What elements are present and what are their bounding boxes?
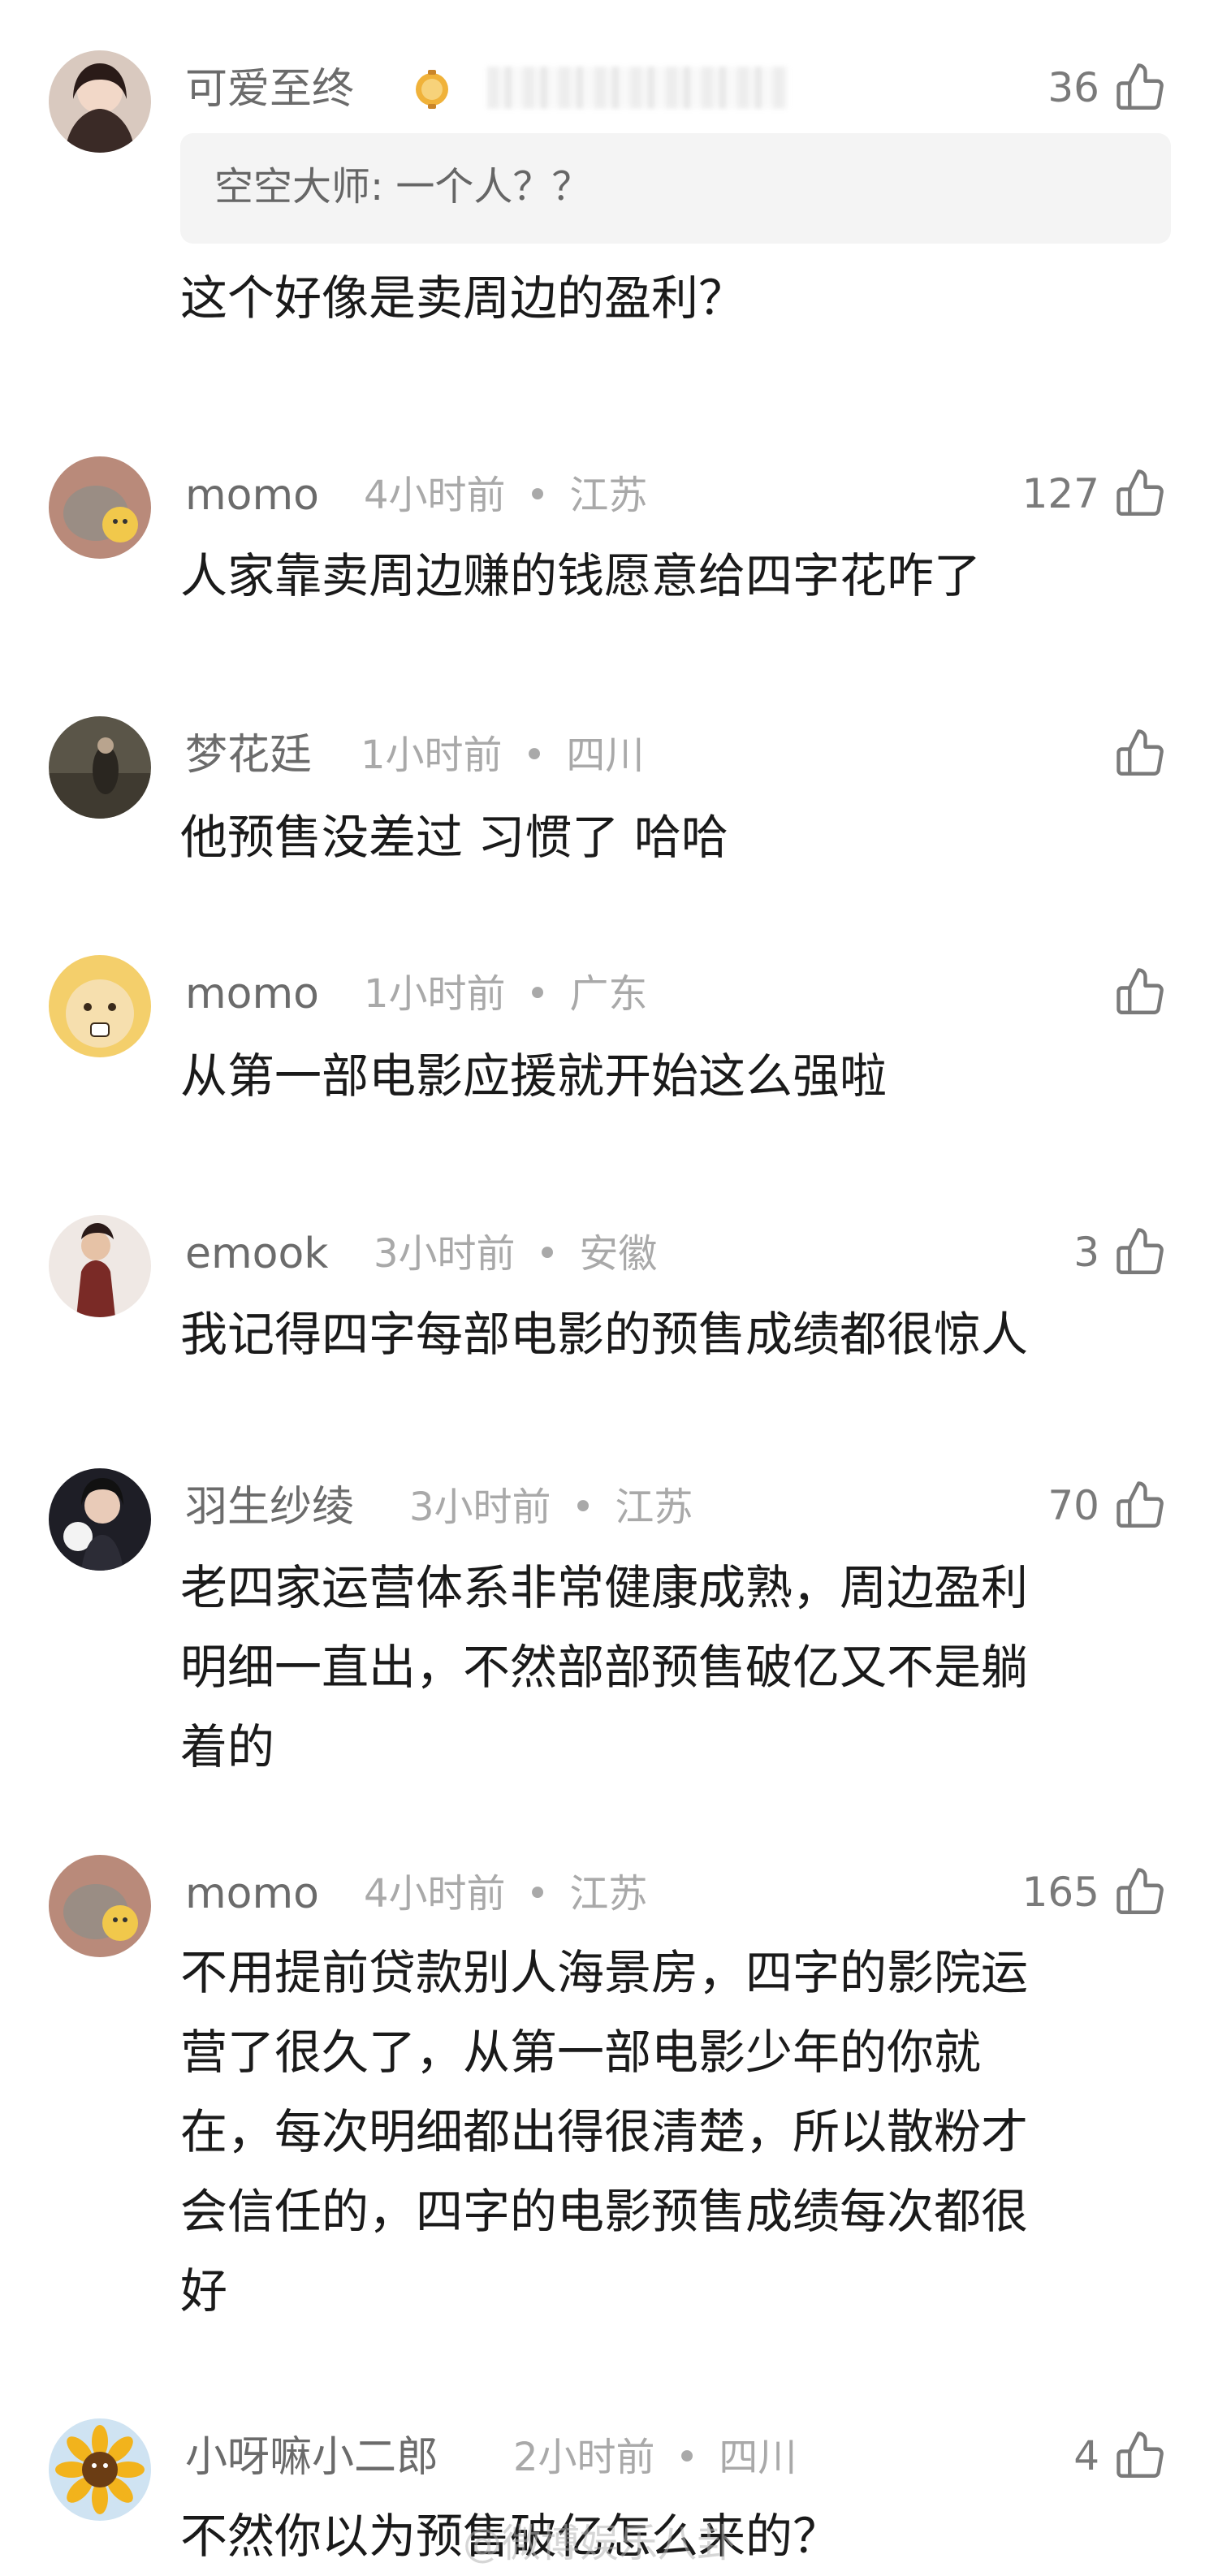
like-count: 127 [1021, 470, 1099, 517]
thumbs-up-icon[interactable] [1114, 966, 1168, 1019]
comment-text-line: 在，每次明细都出得很清楚，所以散粉才 [180, 2104, 1029, 2159]
location-text: 四川 [719, 2435, 797, 2480]
username[interactable]: 小呀嘛小二郎 [185, 2431, 438, 2483]
like-control[interactable]: 70 [1047, 1476, 1168, 1535]
time-text: 3小时前 [374, 1231, 516, 1277]
location-text: 江苏 [569, 473, 648, 518]
thumbs-up-icon[interactable] [1114, 727, 1168, 780]
comment-text: 他预售没差过 习惯了 哈哈 [180, 810, 728, 865]
like-control[interactable]: 4 [1073, 2427, 1168, 2485]
username[interactable]: 梦花廷 [185, 729, 312, 781]
comment-text: 人家靠卖周边赚的钱愿意给四字花咋了 [180, 548, 982, 603]
like-count: 36 [1047, 64, 1099, 111]
username[interactable]: momo [185, 469, 319, 521]
thumbs-up-icon[interactable] [1114, 1479, 1168, 1532]
comment-text-line: 好 [180, 2263, 228, 2319]
avatar[interactable] [49, 1215, 151, 1317]
avatar[interactable] [49, 2418, 151, 2521]
like-count: 70 [1047, 1482, 1099, 1529]
lantern-badge-icon [409, 65, 455, 110]
thumbs-up-icon[interactable] [1114, 1865, 1168, 1919]
like-count: 165 [1021, 1869, 1099, 1916]
separator-dot: • [525, 971, 550, 1017]
comment-text: 我记得四字每部电影的预售成绩都很惊人 [180, 1307, 1029, 1362]
quoted-reply[interactable]: 空空大师: 一个人？？ [180, 133, 1171, 244]
thumbs-up-icon[interactable] [1114, 467, 1168, 521]
thumbs-up-icon[interactable] [1114, 61, 1168, 115]
timestamp: 4小时前 • 江苏 [364, 469, 647, 521]
blurred-area [487, 67, 788, 109]
time-text: 2小时前 [513, 2435, 655, 2480]
timestamp: 2小时前 • 四川 [513, 2431, 797, 2483]
location-text: 江苏 [615, 1485, 693, 1530]
timestamp: 1小时前 • 四川 [361, 729, 644, 781]
avatar[interactable] [49, 955, 151, 1057]
separator-dot: • [525, 473, 550, 518]
username[interactable]: momo [185, 968, 319, 1020]
separator-dot: • [522, 733, 546, 778]
comment-text-line: 着的 [180, 1719, 275, 1774]
time-text: 1小时前 [361, 733, 503, 778]
separator-dot: • [535, 1231, 559, 1277]
like-control[interactable]: 3 [1073, 1223, 1168, 1282]
time-text: 1小时前 [364, 971, 506, 1017]
quoted-reply-text: 空空大师: 一个人？？ [214, 164, 591, 210]
comment-text: 从第一部电影应援就开始这么强啦 [180, 1048, 888, 1104]
like-control[interactable]: 36 [1047, 58, 1168, 117]
like-control[interactable] [1099, 963, 1168, 1022]
avatar[interactable] [49, 456, 151, 559]
time-text: 4小时前 [364, 1871, 506, 1917]
watermark: @微博娱乐八卦 [463, 2521, 736, 2566]
avatar[interactable] [49, 50, 151, 153]
timestamp: 3小时前 • 江苏 [409, 1481, 693, 1533]
location-text: 安徽 [579, 1231, 658, 1277]
separator-dot: • [675, 2435, 699, 2480]
thumbs-up-icon[interactable] [1114, 1225, 1168, 1279]
comment-text-line: 明细一直出，不然部部预售破亿又不是躺 [180, 1640, 1029, 1695]
like-count: 4 [1073, 2432, 1099, 2479]
thumbs-up-icon[interactable] [1114, 2429, 1168, 2483]
username[interactable]: emook [185, 1228, 328, 1280]
username[interactable]: 可爱至终 [185, 63, 354, 115]
comment-text: 这个好像是卖周边的盈利？ [180, 270, 746, 326]
comment-item: 可爱至终 36 空空大师: 一个人？？ 这个好像是卖周边的盈利？ [0, 0, 1218, 422]
like-control[interactable]: 165 [1022, 1863, 1168, 1921]
username[interactable]: 羽生纱绫 [185, 1481, 354, 1533]
location-text: 广东 [569, 971, 648, 1017]
comment-text-line: 老四家运营体系非常健康成熟，周边盈利 [180, 1560, 1029, 1615]
time-text: 3小时前 [409, 1485, 551, 1530]
avatar[interactable] [49, 1468, 151, 1571]
location-text: 四川 [566, 733, 645, 778]
like-control[interactable]: 127 [1022, 465, 1168, 523]
avatar[interactable] [49, 716, 151, 819]
timestamp: 1小时前 • 广东 [364, 968, 647, 1020]
timestamp: 3小时前 • 安徽 [374, 1228, 657, 1280]
time-text: 4小时前 [364, 473, 506, 518]
separator-dot: • [571, 1485, 595, 1530]
avatar[interactable] [49, 1855, 151, 1957]
location-text: 江苏 [569, 1871, 648, 1917]
comment-text-line: 营了很久了，从第一部电影少年的你就 [180, 2025, 982, 2080]
comment-text-line: 不用提前贷款别人海景房，四字的影院运 [180, 1945, 1029, 2000]
comment-text-line: 会信任的，四字的电影预售成绩每次都很 [180, 2184, 1029, 2239]
comment-text: 不用提前贷款别人海景房，四字的影院运 营了很久了，从第一部电影少年的你就 在，每… [180, 1933, 1169, 2331]
separator-dot: • [525, 1871, 550, 1917]
timestamp: 4小时前 • 江苏 [364, 1868, 647, 1920]
username[interactable]: momo [185, 1868, 319, 1920]
like-control[interactable] [1099, 724, 1168, 783]
comment-text: 老四家运营体系非常健康成熟，周边盈利 明细一直出，不然部部预售破亿又不是躺 着的 [180, 1548, 1169, 1787]
like-count: 3 [1073, 1229, 1099, 1276]
